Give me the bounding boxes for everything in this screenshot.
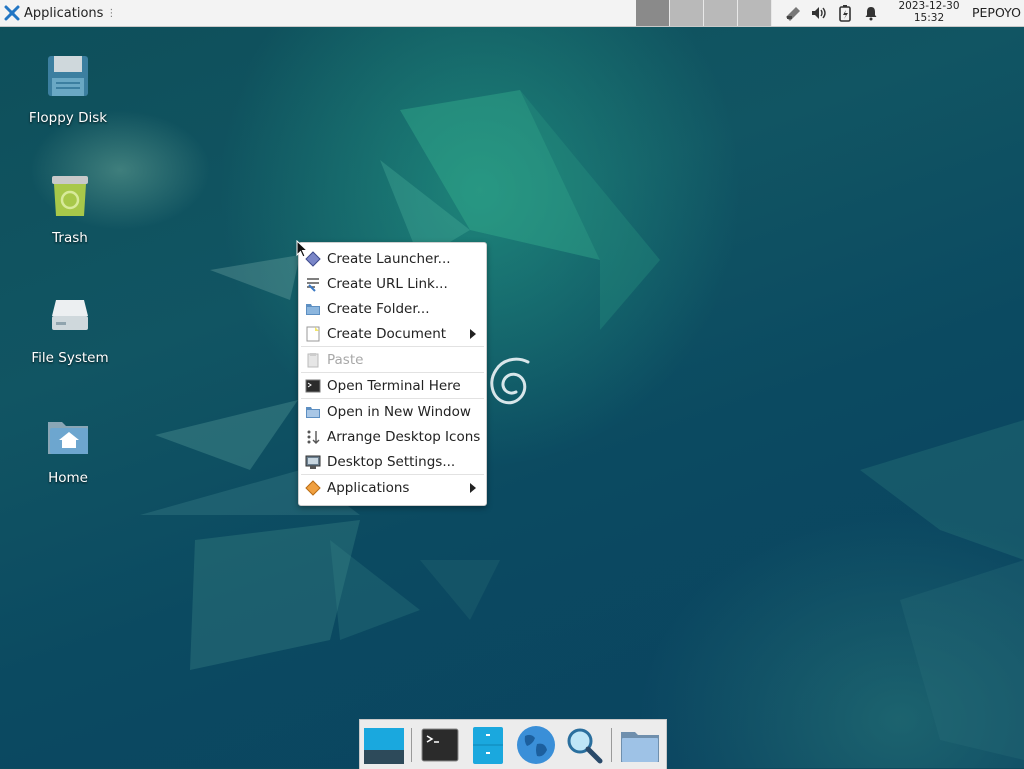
workspace-switcher[interactable] [636, 0, 772, 26]
menu-item-label: Create URL Link... [327, 275, 448, 292]
applications-menu-label: Applications [24, 5, 104, 21]
workspace-3[interactable] [704, 0, 738, 26]
window-icon [306, 406, 320, 418]
desktop-background[interactable] [0, 0, 1024, 768]
system-tray [780, 0, 884, 26]
desktop-icon-file-system[interactable]: File System [20, 292, 120, 366]
document-icon [306, 326, 320, 341]
clock[interactable]: 2023-12-30 15:32 [893, 0, 965, 24]
menu-item-open-terminal-here[interactable]: Open Terminal Here [299, 373, 486, 398]
trash-icon [52, 176, 88, 216]
submenu-arrow-icon [470, 483, 476, 493]
url-link-icon [307, 277, 319, 292]
menu-item-create-launcher[interactable]: Create Launcher... [299, 246, 486, 271]
menu-item-desktop-settings[interactable]: Desktop Settings... [299, 449, 486, 474]
desktop-context-menu: Create Launcher... Create URL Link... Cr… [298, 242, 487, 506]
workspace-2[interactable] [670, 0, 704, 26]
top-panel: Applications ⋮ 2023-12-30 15:32 PEPOYO [0, 0, 1024, 27]
desktop-icon-label: Home [48, 470, 88, 486]
arrange-icon [307, 430, 320, 444]
menu-item-label: Arrange Desktop Icons [327, 428, 481, 445]
workspace-4[interactable] [738, 0, 772, 26]
settings-icon [305, 455, 321, 469]
desktop-icon-home[interactable]: Home [18, 412, 118, 486]
menu-item-create-document[interactable]: Create Document [299, 321, 486, 346]
menu-item-create-url-link[interactable]: Create URL Link... [299, 271, 486, 296]
desktop-icon-label: Trash [52, 230, 88, 246]
clock-date: 2023-12-30 [898, 0, 960, 12]
network-icon[interactable] [782, 0, 804, 26]
debian-swirl-logo [490, 357, 530, 405]
panel-separator: ⋮ [106, 7, 117, 19]
clock-time: 15:32 [913, 11, 945, 24]
desktop-icon-floppy-disk[interactable]: Floppy Disk [18, 52, 118, 126]
show-desktop-icon[interactable] [363, 724, 405, 766]
menu-item-label: Create Launcher... [327, 250, 451, 267]
applications-icon [305, 479, 321, 496]
folder-icon [306, 303, 320, 315]
floppy-disk-icon [48, 56, 88, 96]
menu-item-label: Create Folder... [327, 300, 430, 317]
submenu-arrow-icon [470, 329, 476, 339]
menu-item-label: Create Document [327, 325, 447, 342]
menu-item-label: Desktop Settings... [327, 453, 456, 470]
home-folder-icon [48, 422, 88, 454]
volume-icon[interactable] [808, 0, 830, 26]
search-icon[interactable] [563, 724, 605, 766]
bottom-dock [359, 719, 667, 769]
dock-separator [611, 728, 612, 762]
dock-separator [411, 728, 412, 762]
menu-item-paste: Paste [299, 347, 486, 372]
terminal-icon [305, 379, 321, 392]
menu-item-label: Open Terminal Here [327, 377, 461, 394]
notification-bell-icon[interactable] [860, 0, 882, 26]
menu-item-label: Paste [327, 351, 364, 368]
menu-item-create-folder[interactable]: Create Folder... [299, 296, 486, 321]
menu-item-applications[interactable]: Applications [299, 475, 486, 500]
file-manager-icon[interactable] [467, 724, 509, 766]
terminal-icon[interactable] [419, 724, 461, 766]
applications-menu-button[interactable]: Applications ⋮ [0, 0, 120, 26]
mouse-cursor-icon [296, 240, 308, 258]
user-menu[interactable]: PEPOYO [972, 0, 1021, 26]
battery-icon[interactable] [834, 0, 856, 26]
xfce-logo-icon [4, 5, 20, 21]
web-browser-icon[interactable] [515, 724, 557, 766]
menu-item-arrange-desktop-icons[interactable]: Arrange Desktop Icons [299, 424, 486, 449]
folder-icon[interactable] [619, 724, 661, 766]
menu-item-open-in-new-window[interactable]: Open in New Window [299, 399, 486, 424]
desktop-icon-trash[interactable]: Trash [20, 172, 120, 246]
menu-item-label: Applications [327, 479, 410, 496]
paste-icon [307, 352, 319, 367]
desktop-icon-label: File System [31, 350, 109, 366]
drive-icon [52, 300, 88, 330]
menu-item-label: Open in New Window [327, 403, 471, 420]
desktop-icon-label: Floppy Disk [28, 110, 108, 126]
workspace-1[interactable] [636, 0, 670, 26]
